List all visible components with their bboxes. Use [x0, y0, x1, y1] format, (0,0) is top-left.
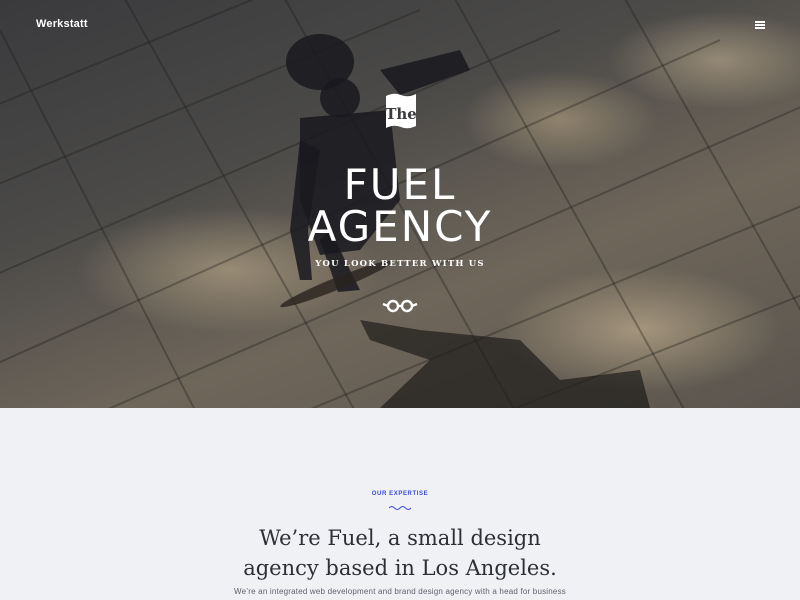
- section-headline: We’re Fuel, a small design agency based …: [0, 523, 800, 583]
- section-eyebrow: OUR EXPERTISE: [371, 491, 429, 497]
- brand-logo[interactable]: Werkstatt: [36, 18, 88, 30]
- badge-text: The: [385, 105, 417, 123]
- headline-line-2: agency based in Los Angeles.: [243, 556, 557, 580]
- the-badge-logo: The: [385, 93, 417, 129]
- hamburger-menu-icon[interactable]: [755, 21, 765, 29]
- hero-section: Werkstatt The FUEL AGENCY YOU LOOK BETTE…: [0, 0, 800, 408]
- hero-title-agency: AGENCY: [307, 202, 493, 251]
- headline-line-1: We’re Fuel, a small design: [259, 526, 541, 550]
- glasses-icon: [382, 299, 418, 313]
- hero-tagline: YOU LOOK BETTER WITH US: [315, 259, 485, 269]
- section-body-text: We’re an integrated web development and …: [234, 587, 566, 596]
- wave-divider-icon: [389, 506, 411, 510]
